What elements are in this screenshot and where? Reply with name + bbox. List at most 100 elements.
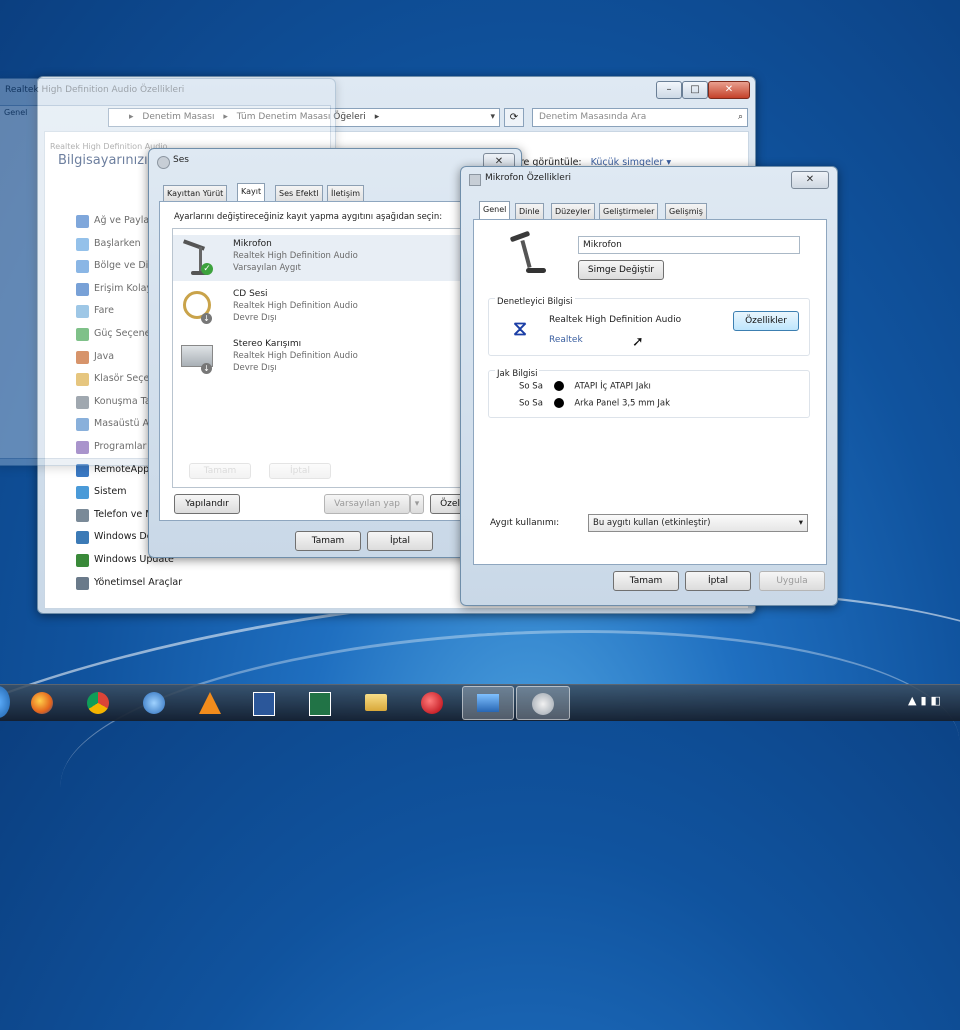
breadcrumb-sep-icon: ▸ [374,112,380,122]
close-button[interactable]: ✕ [791,171,829,189]
sound-icon[interactable] [516,686,570,720]
device-name: Mikrofon [233,239,272,249]
tab-communications[interactable]: İletişim [327,185,365,201]
folder-icon[interactable] [356,686,396,718]
device-status: Devre Dışı [233,313,277,323]
device-driver: Realtek High Definition Audio [233,251,358,261]
tab-general[interactable]: Genel [4,108,27,117]
set-default-button[interactable]: Varsayılan yap [324,494,410,514]
jack-side: So Sa [519,381,543,392]
apply-button[interactable]: Uygula [759,571,825,591]
firefox-icon[interactable] [22,686,62,718]
microphone-icon [508,230,548,276]
tray-icon[interactable]: ◧ [931,694,945,707]
search-input[interactable]: Denetim Masasında Ara ⌕ [532,108,748,127]
controller-properties-button[interactable]: Özellikler [733,311,799,331]
window-title: Realtek High Definition Audio Özellikler… [5,85,185,95]
device-name-field[interactable]: Mikrofon [578,236,800,254]
device-status: Devre Dışı [233,363,277,373]
tray-icon[interactable]: ▲ [908,694,920,707]
realtek-logo-icon: ⧖ [512,316,528,340]
cancel-button[interactable]: İptal [685,571,751,591]
checkmark-icon: ✓ [201,263,213,275]
control-panel-icon[interactable] [462,686,514,720]
jack-info-group: Jak Bilgisi So Sa ATAPI İç ATAPI Jakı So… [488,369,810,418]
search-placeholder: Denetim Masasında Ara [539,112,647,122]
vlc-icon[interactable] [190,686,230,718]
device-name: Stereo Karışımı [233,339,302,349]
control-panel-item-icon [76,554,89,567]
device-usage-select[interactable]: Bu aygıtı kullan (etkinleştir) ▾ [588,514,808,532]
control-panel-item-icon [76,508,89,522]
microphone-icon: ✓ [181,239,213,277]
refresh-button[interactable]: ⟳ [504,108,524,127]
ok-button[interactable]: Tamam [295,531,361,551]
controller-vendor-link[interactable]: Realtek [549,335,583,345]
red-app-icon[interactable] [412,686,452,718]
device-name: CD Sesi [233,289,268,299]
set-default-dropdown[interactable]: ▾ [410,494,424,514]
tab-levels[interactable]: Düzeyler [551,203,595,219]
disabled-icon: ↓ [201,313,212,324]
tray: ▲▮◧ [908,694,960,710]
list-item[interactable]: ↓ CD Sesi Realtek High Definition Audio … [173,285,471,331]
device-status: Varsayılan Aygıt [233,263,301,273]
controller-info-group: Denetleyici Bilgisi ⧖ Realtek High Defin… [488,297,810,356]
tray-icon[interactable]: ▮ [920,694,930,707]
control-panel-item-icon [76,531,89,545]
device-driver: Realtek High Definition Audio [233,351,358,361]
mouse-cursor-icon: ➚ [632,334,644,350]
list-item[interactable]: Yönetimsel Araçlar [76,576,183,590]
jack-desc: Arka Panel 3,5 mm Jak [574,398,671,409]
control-panel-item-icon [76,486,89,500]
list-item-label: Sistem [94,486,127,498]
ghost-ok-button: Tamam [189,463,251,479]
group-title: Jak Bilgisi [495,369,540,379]
search-icon[interactable]: ⌕ [738,109,743,126]
jack-row: So Sa Arka Panel 3,5 mm Jak [519,398,799,412]
sound-icon [157,156,170,169]
jack-desc: ATAPI İç ATAPI Jakı [574,381,651,392]
device-usage-value: Bu aygıtı kullan (etkinleştir) [593,518,711,528]
close-button[interactable]: ✕ [708,81,750,99]
device-usage-label: Aygıt kullanımı: [490,518,560,528]
group-title: Denetleyici Bilgisi [495,297,575,307]
tab-playback[interactable]: Kayıttan Yürüt [163,185,228,201]
jack-side: So Sa [519,398,543,409]
list-item[interactable]: Sistem [76,486,127,500]
ok-button[interactable]: Tamam [613,571,679,591]
list-item-label: Yönetimsel Araçlar [94,576,183,588]
tab-advanced[interactable]: Gelişmiş [665,203,707,219]
tab-recording[interactable]: Kayıt [237,183,266,201]
mic-props-content: Mikrofon Simge Değiştir Denetleyici Bilg… [473,219,827,565]
disabled-icon: ↓ [201,363,212,374]
tab-enhancements[interactable]: Geliştirmeler [599,203,659,219]
maximize-button[interactable]: □ [682,81,708,99]
dropdown-arrow-icon[interactable]: ▾ [490,109,495,126]
jack-row: So Sa ATAPI İç ATAPI Jakı [519,381,799,395]
network-icon[interactable] [134,686,174,718]
chrome-icon[interactable] [78,686,118,718]
chevron-down-icon: ▾ [798,518,803,528]
control-panel-item-icon [76,576,89,590]
list-item[interactable]: ✓ Mikrofon Realtek High Definition Audio… [173,235,471,281]
configure-button[interactable]: Yapılandır [174,494,240,514]
excel-icon[interactable] [300,686,340,718]
controller-name: Realtek High Definition Audio [549,315,682,325]
cancel-button[interactable]: İptal [367,531,433,551]
tab-listen[interactable]: Dinle [515,203,544,219]
window-title: Ses [173,155,189,165]
device-list: ✓ Mikrofon Realtek High Definition Audio… [172,228,474,488]
tab-general[interactable]: Genel [479,201,511,219]
jack-color-icon [553,398,564,408]
change-icon-button[interactable]: Simge Değiştir [578,260,664,280]
window-icon [469,174,481,186]
window-title: Mikrofon Özellikleri [485,173,572,183]
chevron-down-icon: ▾ [414,499,420,509]
microphone-properties-window: Mikrofon Özellikleri ✕ Genel Dinle Düzey… [460,166,838,606]
tab-sound-effects[interactable]: Ses Efektl [275,185,323,201]
word-icon[interactable] [244,686,284,718]
list-item[interactable]: ↓ Stereo Karışımı Realtek High Definitio… [173,335,471,381]
minimize-button[interactable]: – [656,81,682,99]
device-driver: Realtek High Definition Audio [233,301,358,311]
